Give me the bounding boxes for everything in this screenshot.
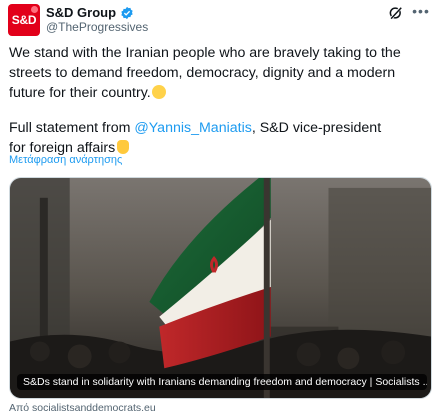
tweet-text: We stand with the Iranian people who are… (9, 43, 434, 103)
link-card[interactable]: S&Ds stand in solidarity with Iranians d… (9, 177, 432, 399)
raised-hand-emoji-icon (151, 85, 166, 99)
pointing-down-emoji-icon (117, 140, 130, 154)
mention-link[interactable]: @Yannis_Maniatis (134, 120, 251, 136)
tweet-header: S&D S&D Group @TheProgressives ••• (0, 0, 441, 40)
grok-icon[interactable] (387, 4, 405, 22)
name-row: S&D Group (46, 5, 134, 20)
avatar-logo-text: S&D (11, 13, 37, 27)
card-caption: S&Ds stand in solidarity with Iranians d… (17, 374, 427, 390)
rose-logo-icon (31, 6, 38, 13)
avatar[interactable]: S&D (8, 4, 40, 36)
statement-prefix: Full statement from (9, 120, 135, 136)
user-handle[interactable]: @TheProgressives (46, 20, 148, 34)
display-name[interactable]: S&D Group (46, 5, 116, 20)
card-image (10, 178, 431, 398)
tweet-body: We stand with the Iranian people who are… (9, 45, 401, 101)
tweet-statement: Full statement from @Yannis_Maniatis, S&… (9, 118, 434, 158)
verified-badge-icon (121, 6, 133, 19)
more-options-icon[interactable]: ••• (411, 2, 431, 22)
statement-suffix: , S&D vice-president (251, 120, 382, 136)
card-source[interactable]: Από socialistsanddemocrats.eu (9, 402, 156, 414)
translate-link[interactable]: Μετάφραση ανάρτησης (9, 154, 122, 166)
